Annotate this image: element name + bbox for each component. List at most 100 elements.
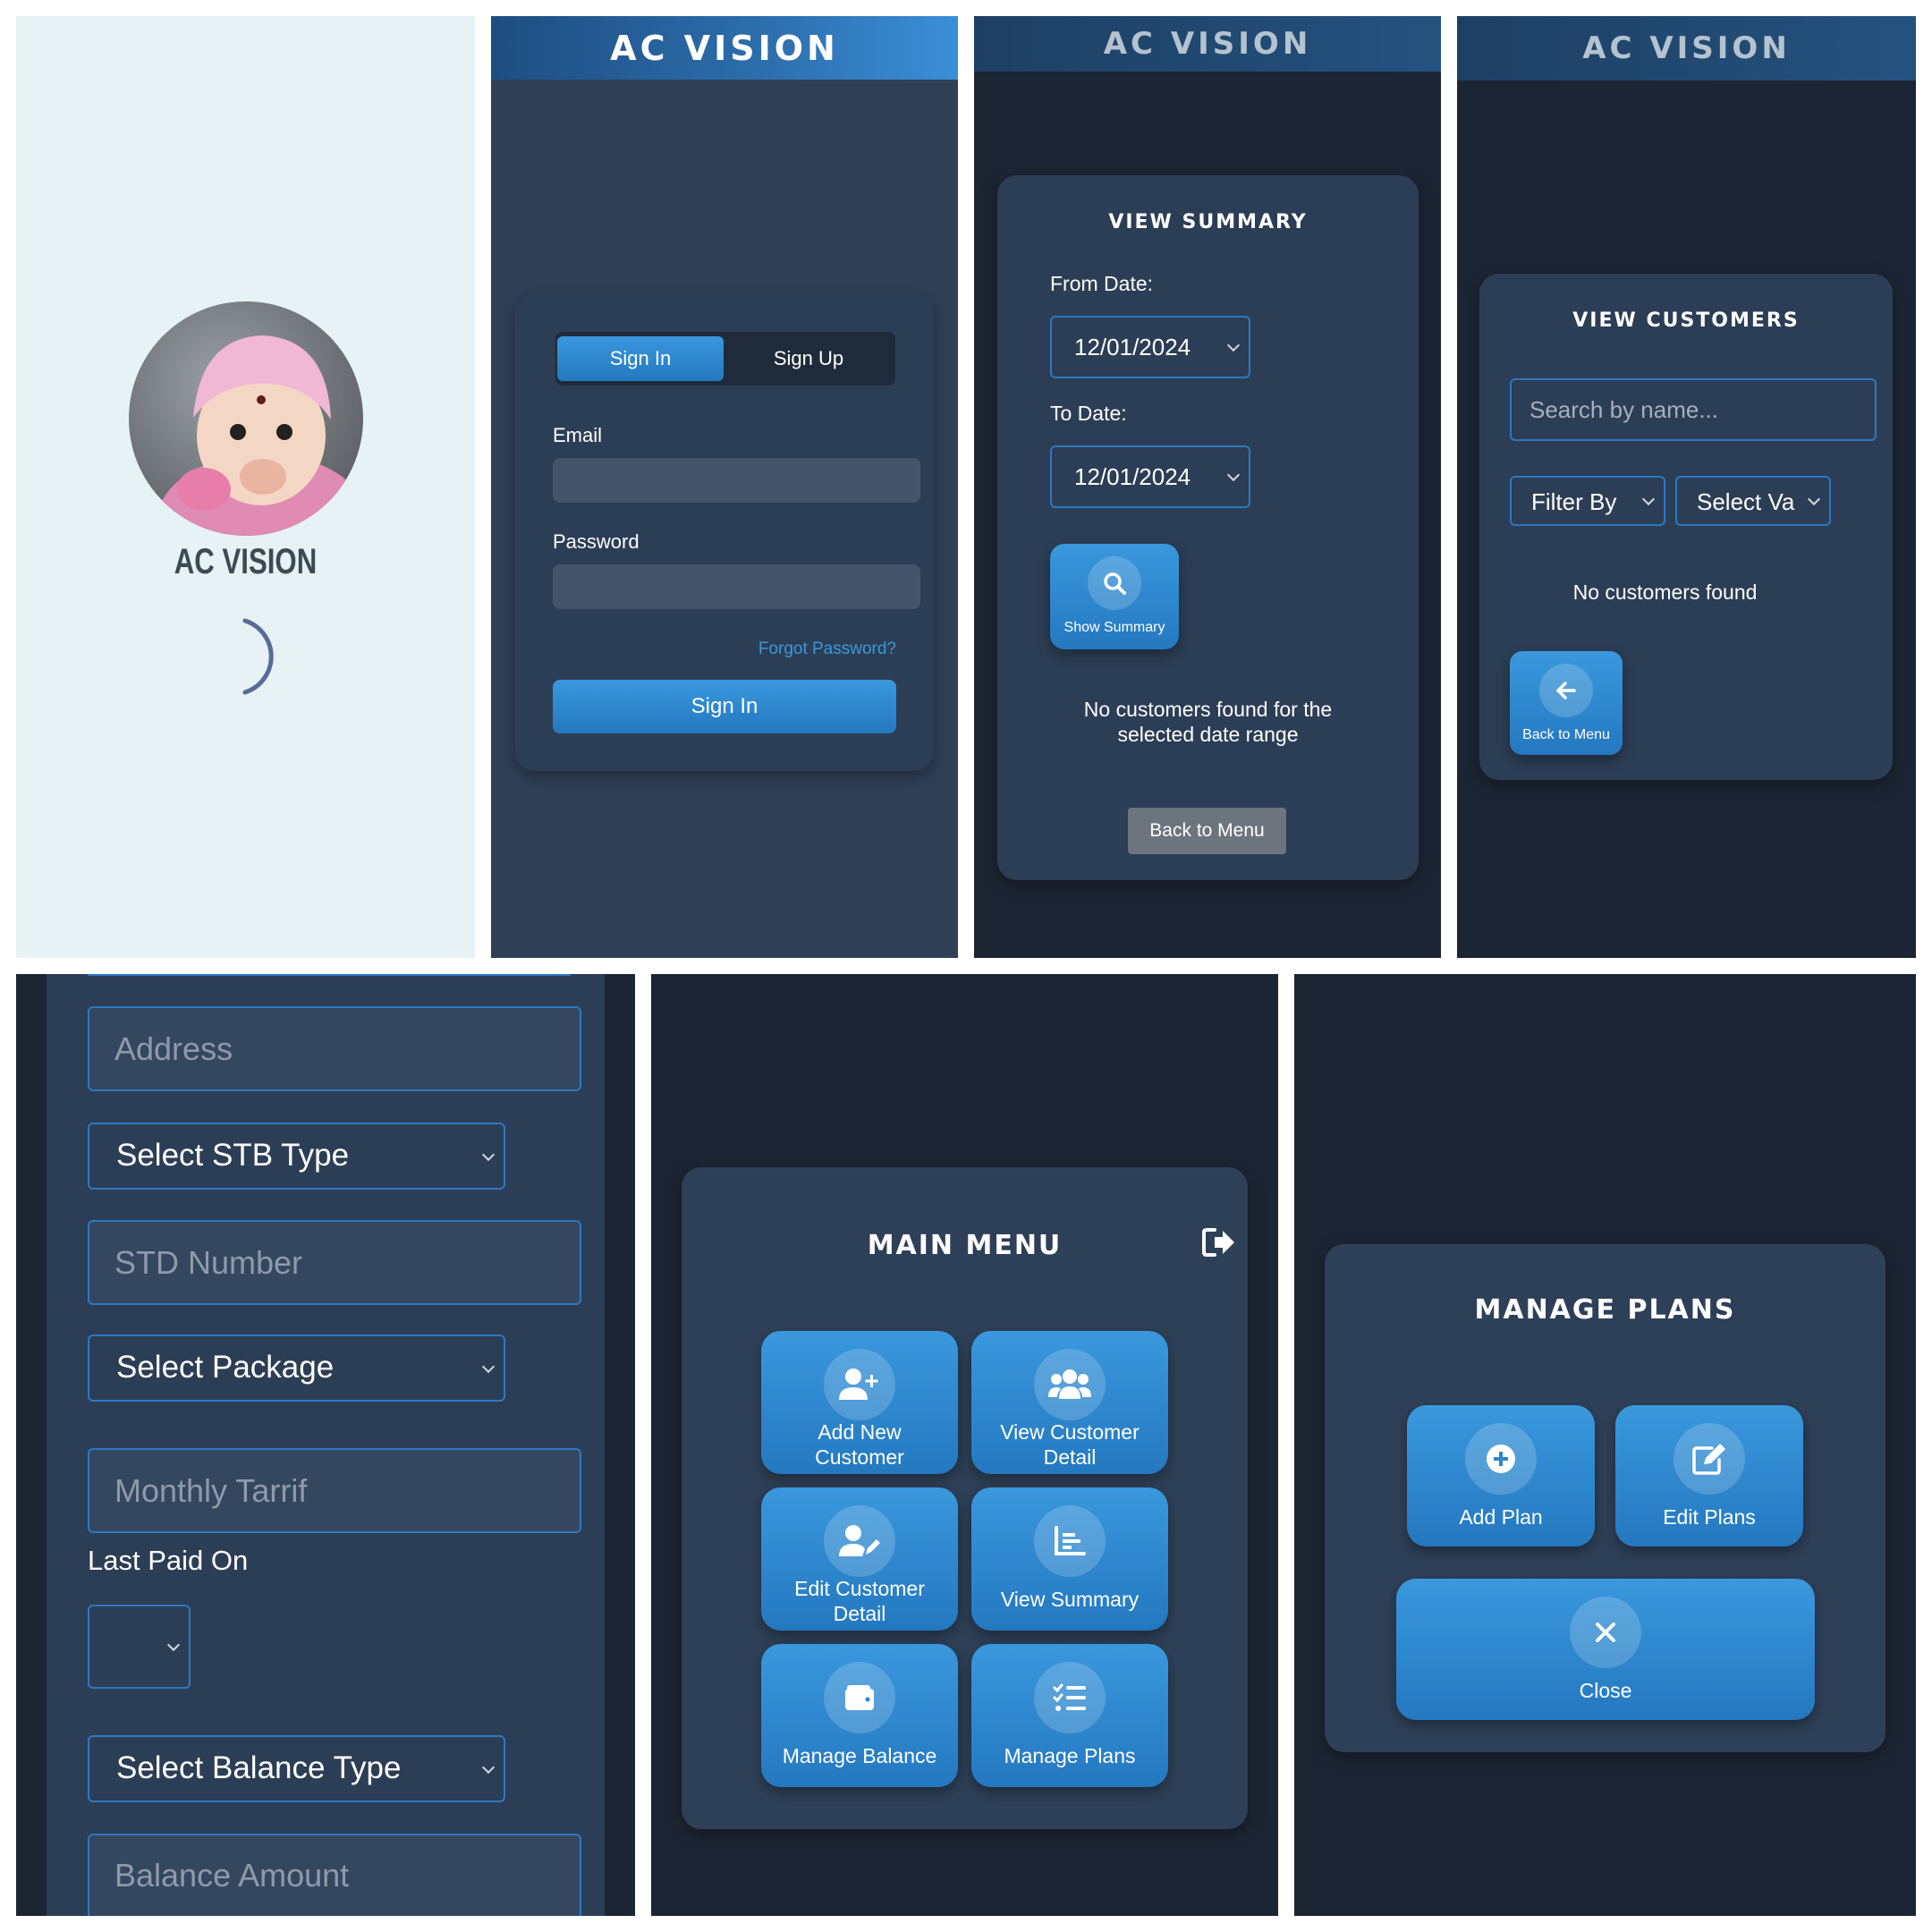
to-date-picker[interactable]: 12/01/2024 bbox=[1050, 445, 1250, 508]
close-icon bbox=[1570, 1597, 1641, 1668]
form-card: Address Select STB Type STD Number Selec… bbox=[47, 974, 605, 1916]
email-field[interactable] bbox=[553, 458, 920, 503]
view-customers-screen: AC VISION VIEW CUSTOMERS Search by name.… bbox=[1457, 16, 1916, 958]
menu-button-label: Manage Plans bbox=[971, 1744, 1168, 1769]
search-icon bbox=[1088, 556, 1141, 610]
splash-screen: AC VISION bbox=[16, 16, 475, 958]
add-plan-label: Add Plan bbox=[1459, 1505, 1543, 1529]
manage-plans-screen: MANAGE PLANS Add Plan Edit Plans Close bbox=[1294, 974, 1916, 1916]
label-line: Customer bbox=[815, 1445, 904, 1469]
wallet-icon bbox=[824, 1662, 895, 1733]
label-line: View Summary bbox=[1000, 1588, 1140, 1611]
label-line: Manage Plans bbox=[1004, 1744, 1136, 1767]
menu-button-label: View Summary bbox=[971, 1588, 1168, 1613]
filter-value-select[interactable]: Select Va bbox=[1675, 476, 1831, 526]
balance-amount-field[interactable]: Balance Amount bbox=[88, 1834, 581, 1916]
login-card: Sign In Sign Up Email Password Forgot Pa… bbox=[515, 293, 934, 771]
monthly-tariff-placeholder: Monthly Tarrif bbox=[114, 1471, 308, 1509]
customer-search-input[interactable]: Search by name... bbox=[1510, 378, 1877, 441]
last-paid-date-picker[interactable] bbox=[88, 1605, 191, 1689]
filter-by-value: Filter By bbox=[1531, 488, 1617, 515]
to-date-label: To Date: bbox=[1050, 402, 1127, 425]
logout-icon[interactable] bbox=[1201, 1226, 1237, 1258]
chevron-down-icon bbox=[1226, 468, 1241, 482]
label-line: Detail bbox=[833, 1601, 886, 1625]
label-line: Detail bbox=[1043, 1445, 1097, 1469]
show-summary-label: Show Summary bbox=[1063, 620, 1165, 635]
manage-plans-title: MANAGE PLANS bbox=[1474, 1294, 1736, 1326]
filter-by-select[interactable]: Filter By bbox=[1510, 476, 1665, 526]
edit-plans-button[interactable]: Edit Plans bbox=[1615, 1405, 1803, 1546]
view-customer-detail-button[interactable]: View Customer Detail bbox=[971, 1331, 1168, 1474]
user-edit-icon bbox=[824, 1505, 895, 1577]
label-line: Add New bbox=[818, 1420, 902, 1444]
back-to-menu-label: Back to Menu bbox=[1522, 727, 1610, 742]
chevron-down-icon bbox=[1807, 492, 1821, 506]
sign-in-button[interactable]: Sign In bbox=[553, 680, 896, 733]
plus-circle-icon bbox=[1465, 1423, 1537, 1495]
menu-button-label: Add New Customer bbox=[761, 1420, 958, 1470]
list-check-icon bbox=[1034, 1662, 1106, 1733]
search-placeholder: Search by name... bbox=[1530, 395, 1718, 423]
app-header: AC VISION bbox=[974, 16, 1441, 72]
chevron-down-icon bbox=[166, 1638, 181, 1652]
menu-button-label: View Customer Detail bbox=[971, 1420, 1168, 1470]
view-summary-screen: AC VISION VIEW SUMMARY From Date: 12/01/… bbox=[974, 16, 1441, 958]
show-summary-button[interactable]: Show Summary bbox=[1050, 544, 1179, 649]
back-to-menu-button[interactable]: Back to Menu bbox=[1510, 651, 1623, 755]
tab-sign-up[interactable]: Sign Up bbox=[725, 336, 892, 381]
form-top-border bbox=[88, 974, 571, 976]
header-title: AC VISION bbox=[1582, 30, 1791, 66]
header-title: AC VISION bbox=[610, 28, 839, 68]
last-paid-label: Last Paid On bbox=[88, 1545, 249, 1576]
std-number-placeholder: STD Number bbox=[114, 1243, 303, 1281]
balance-amount-placeholder: Balance Amount bbox=[114, 1857, 350, 1894]
app-logo-avatar bbox=[129, 301, 363, 536]
tab-sign-in[interactable]: Sign In bbox=[557, 336, 724, 381]
std-number-field[interactable]: STD Number bbox=[88, 1220, 581, 1305]
login-screen: AC VISION Sign In Sign Up Email Password… bbox=[491, 16, 958, 958]
chart-icon bbox=[1034, 1505, 1106, 1577]
add-new-customer-button[interactable]: Add New Customer bbox=[761, 1331, 958, 1474]
users-icon bbox=[1034, 1349, 1106, 1420]
label-line: Edit Customer bbox=[794, 1577, 925, 1600]
header-title: AC VISION bbox=[1103, 26, 1312, 62]
address-field[interactable]: Address bbox=[88, 1006, 581, 1091]
from-date-value: 12/01/2024 bbox=[1074, 334, 1191, 360]
email-label: Email bbox=[553, 424, 603, 446]
from-date-picker[interactable]: 12/01/2024 bbox=[1050, 316, 1250, 378]
app-header: AC VISION bbox=[1457, 16, 1916, 80]
chevron-down-icon bbox=[1226, 338, 1241, 352]
summary-title: VIEW SUMMARY bbox=[1108, 211, 1308, 233]
back-to-menu-button[interactable]: Back to Menu bbox=[1128, 808, 1286, 854]
main-menu-card: MAIN MENU Add New Customer View Customer… bbox=[682, 1167, 1248, 1829]
forgot-password-link[interactable]: Forgot Password? bbox=[758, 640, 896, 659]
splash-app-name: AC VISION bbox=[174, 542, 318, 581]
main-menu-screen: MAIN MENU Add New Customer View Customer… bbox=[651, 974, 1278, 1916]
stb-type-select[interactable]: Select STB Type bbox=[88, 1123, 505, 1190]
chevron-down-icon bbox=[481, 1760, 496, 1774]
add-plan-button[interactable]: Add Plan bbox=[1407, 1405, 1595, 1546]
address-placeholder: Address bbox=[114, 1030, 233, 1067]
chevron-down-icon bbox=[481, 1148, 496, 1161]
loading-spinner bbox=[242, 618, 274, 695]
customers-empty-message: No customers found bbox=[1572, 580, 1758, 604]
balance-type-value: Select Balance Type bbox=[116, 1750, 402, 1785]
user-plus-icon bbox=[824, 1349, 895, 1420]
password-label: Password bbox=[553, 530, 640, 553]
close-button[interactable]: Close bbox=[1396, 1579, 1815, 1720]
monthly-tariff-field[interactable]: Monthly Tarrif bbox=[88, 1448, 581, 1533]
manage-balance-button[interactable]: Manage Balance bbox=[761, 1644, 958, 1787]
manage-plans-button[interactable]: Manage Plans bbox=[971, 1644, 1168, 1787]
edit-customer-detail-button[interactable]: Edit Customer Detail bbox=[761, 1487, 958, 1631]
balance-type-select[interactable]: Select Balance Type bbox=[88, 1735, 505, 1802]
auth-tab-bar: Sign In Sign Up bbox=[555, 332, 895, 386]
view-summary-button[interactable]: View Summary bbox=[971, 1487, 1168, 1631]
empty-message-line: selected date range bbox=[1117, 723, 1299, 747]
customers-card: VIEW CUSTOMERS Search by name... Filter … bbox=[1479, 274, 1893, 780]
app-header: AC VISION bbox=[491, 16, 958, 80]
password-field[interactable] bbox=[553, 564, 920, 609]
customers-title: VIEW CUSTOMERS bbox=[1572, 309, 1800, 332]
menu-button-label: Edit Customer Detail bbox=[761, 1577, 958, 1626]
package-select[interactable]: Select Package bbox=[88, 1335, 505, 1402]
